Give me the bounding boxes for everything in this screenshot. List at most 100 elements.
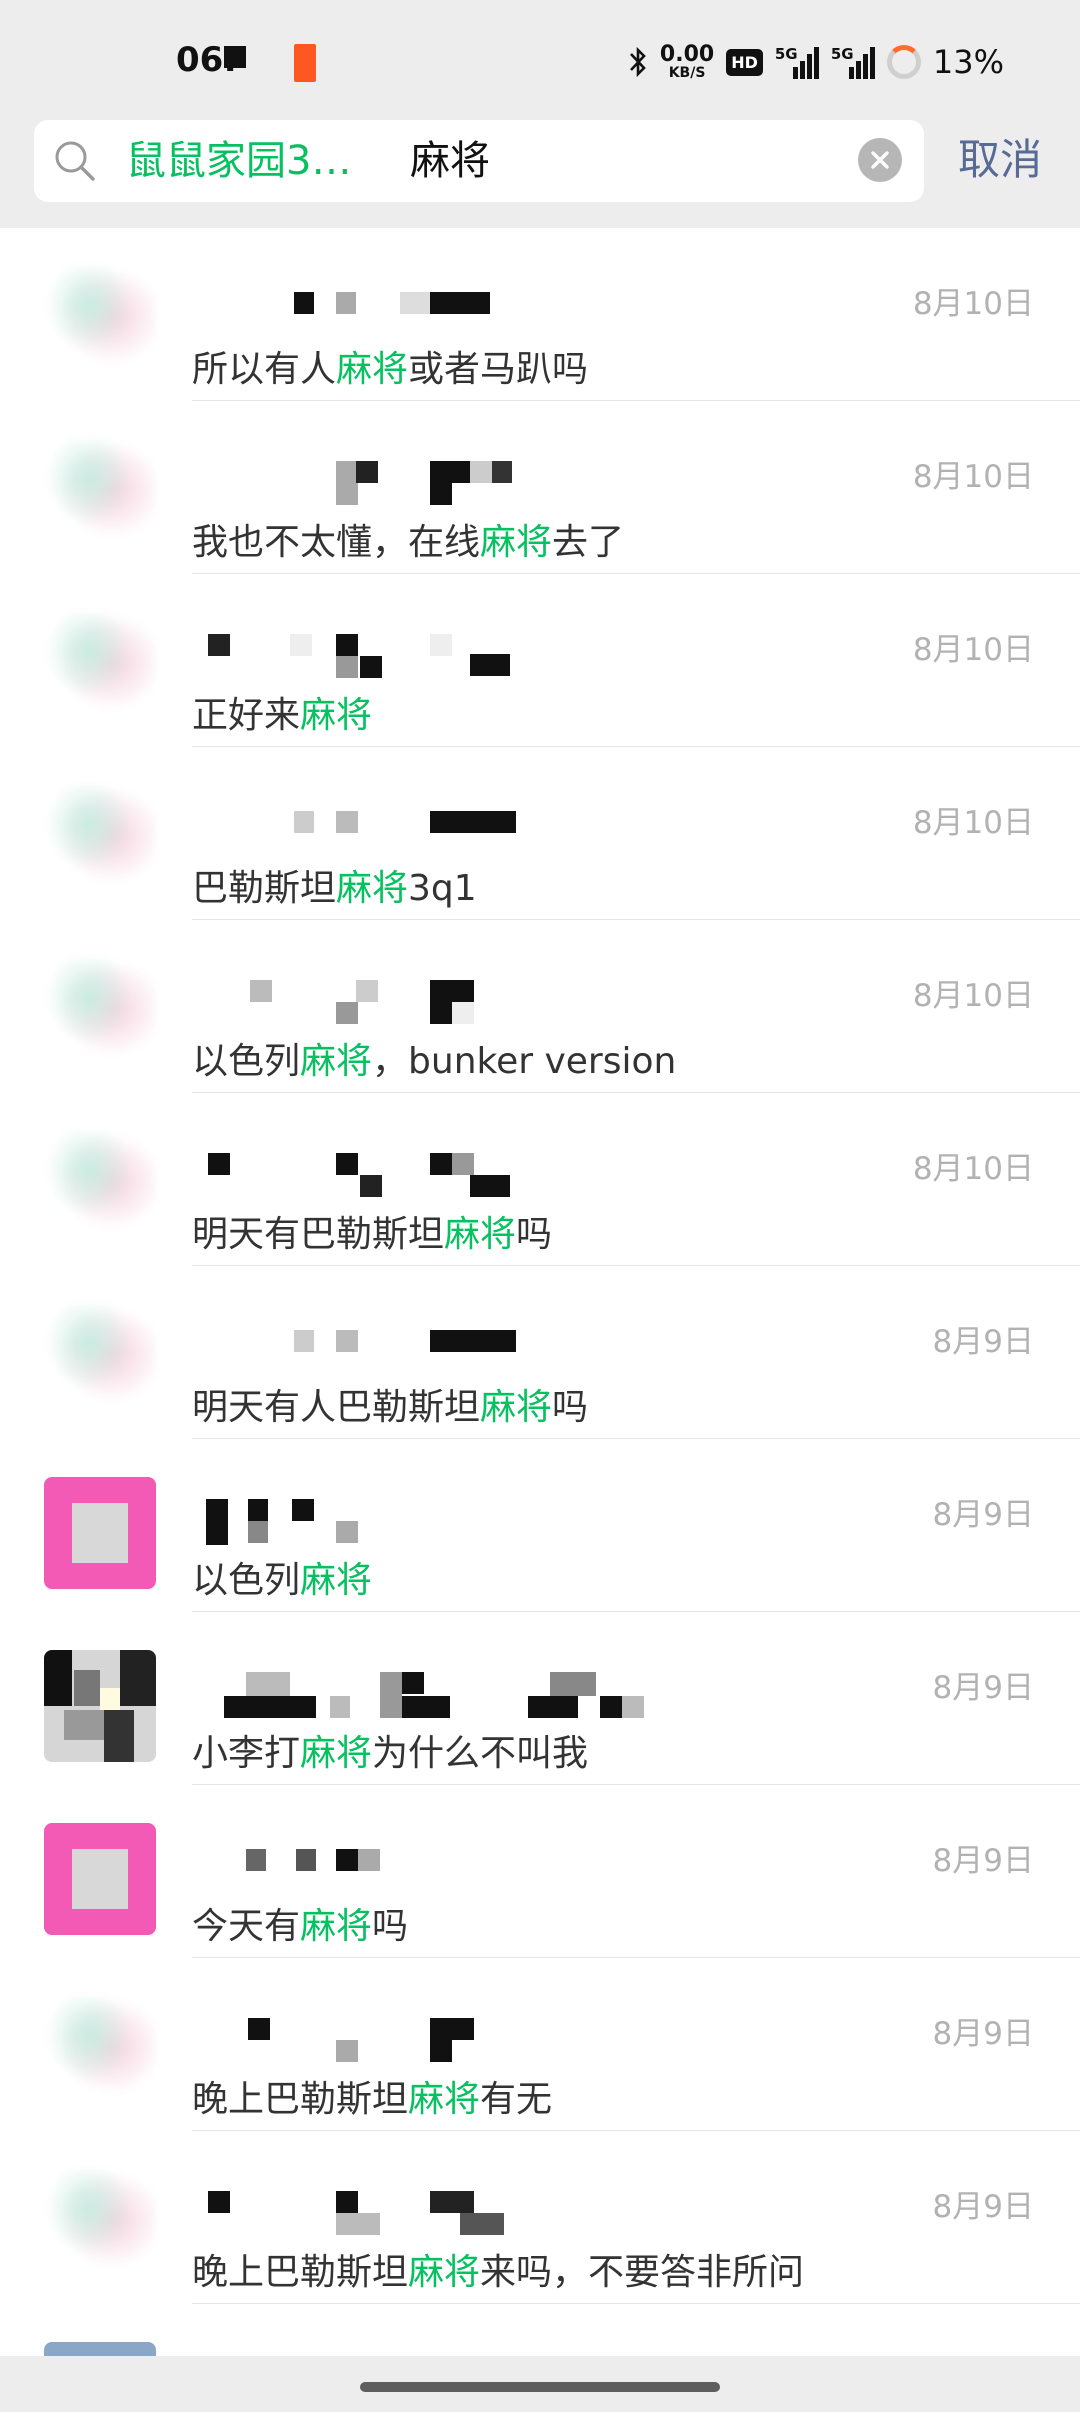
snippet-text: 小李打 bbox=[192, 1733, 301, 1774]
search-result-row[interactable]: 8月9日明天有人巴勒斯坦麻将吗 bbox=[0, 1266, 1080, 1439]
message-snippet: 正好来麻将 bbox=[192, 686, 372, 738]
sender-name-redacted bbox=[200, 2191, 720, 2235]
snippet-text: 正好来 bbox=[192, 695, 301, 736]
sender-name-redacted bbox=[200, 634, 720, 678]
snippet-text: 今天有 bbox=[192, 1906, 301, 1947]
sender-name-redacted bbox=[200, 807, 720, 847]
message-date: 8月9日 bbox=[932, 2189, 1034, 2225]
message-snippet: 晚上巴勒斯坦麻将有无 bbox=[192, 2070, 552, 2122]
clear-icon[interactable] bbox=[858, 138, 902, 182]
sender-name-redacted bbox=[200, 1672, 720, 1718]
search-result-row[interactable]: 8月9日 小李打麻将为什么不叫我 bbox=[0, 1612, 1080, 1785]
search-result-row[interactable]: 8月9日晚上巴勒斯坦麻将来吗，不要答非所问 bbox=[0, 2131, 1080, 2304]
avatar[interactable] bbox=[44, 1304, 156, 1416]
avatar[interactable] bbox=[44, 1823, 156, 1935]
snippet-text: ，bunker version bbox=[372, 1041, 677, 1082]
search-result-row[interactable]: 8月10日明天有巴勒斯坦麻将吗 bbox=[0, 1093, 1080, 1266]
message-snippet: 所以有人麻将或者马趴吗 bbox=[192, 340, 588, 392]
sender-name-redacted bbox=[200, 1326, 720, 1366]
signal-strength-icon: 5G bbox=[775, 45, 819, 79]
snippet-text: 以色列 bbox=[192, 1041, 301, 1082]
search-results-list: 8月10日 所以有人麻将或者马趴吗 8月10日 我也不太懂，在线麻将去了 8月10日 正好… bbox=[0, 228, 1080, 2382]
snippet-text: 晚上巴勒斯坦 bbox=[192, 2252, 409, 2293]
message-date: 8月9日 bbox=[932, 1324, 1034, 1360]
sender-name-redacted bbox=[200, 2018, 720, 2062]
avatar[interactable] bbox=[44, 1650, 156, 1762]
hd-voice-badge: HD bbox=[726, 48, 763, 76]
avatar[interactable] bbox=[44, 439, 156, 551]
message-date: 8月10日 bbox=[912, 1151, 1034, 1187]
snippet-text: 或者马趴吗 bbox=[408, 349, 589, 390]
search-header: 鼠鼠家园3… 麻将 取消 bbox=[0, 120, 1080, 228]
snippet-text: 吗 bbox=[372, 1906, 409, 1947]
search-result-row[interactable]: 8月10日以色列麻将，bunker version bbox=[0, 920, 1080, 1093]
sim2-network-label: 5G bbox=[830, 45, 854, 63]
sender-name-redacted bbox=[200, 461, 720, 505]
snippet-text: 所以有人 bbox=[192, 349, 337, 390]
message-snippet: 明天有人巴勒斯坦麻将吗 bbox=[192, 1378, 588, 1430]
search-input[interactable]: 鼠鼠家园3… 麻将 bbox=[34, 120, 924, 202]
snippet-text: 来吗，不要答非所问 bbox=[480, 2252, 805, 2293]
avatar[interactable] bbox=[44, 958, 156, 1070]
message-snippet: 以色列麻将 bbox=[192, 1551, 372, 1603]
network-speed: 0.00 KB/S bbox=[659, 42, 715, 81]
sender-name-redacted bbox=[200, 1153, 720, 1197]
status-icons: 0.00 KB/S HD 5G 5G 13% bbox=[628, 38, 1004, 86]
message-date: 8月10日 bbox=[912, 978, 1034, 1014]
sender-name-redacted bbox=[200, 980, 720, 1024]
network-speed-value: 0.00 bbox=[659, 42, 715, 67]
sender-name-redacted bbox=[200, 1499, 720, 1545]
highlighted-keyword: 麻将 bbox=[300, 1733, 373, 1774]
snippet-text: 以色列 bbox=[192, 1560, 301, 1601]
search-result-row[interactable]: 8月9日晚上巴勒斯坦麻将有无 bbox=[0, 1958, 1080, 2131]
message-date: 8月9日 bbox=[932, 1670, 1034, 1706]
message-snippet: 晚上巴勒斯坦麻将来吗，不要答非所问 bbox=[192, 2243, 804, 2295]
message-snippet: 巴勒斯坦麻将3q1 bbox=[192, 859, 477, 911]
sender-name-redacted bbox=[200, 1845, 720, 1885]
message-snippet: 以色列麻将，bunker version bbox=[192, 1032, 676, 1084]
home-indicator[interactable] bbox=[360, 2382, 720, 2392]
highlighted-keyword: 麻将 bbox=[336, 868, 409, 909]
snippet-text: 巴勒斯坦 bbox=[192, 868, 337, 909]
message-date: 8月9日 bbox=[932, 1497, 1034, 1533]
message-snippet: 今天有麻将吗 bbox=[192, 1897, 408, 1949]
message-date: 8月9日 bbox=[932, 1843, 1034, 1879]
gesture-navigation-bar bbox=[0, 2356, 1080, 2412]
avatar[interactable] bbox=[44, 2169, 156, 2281]
avatar[interactable] bbox=[44, 266, 156, 378]
snippet-text: 明天有巴勒斯坦 bbox=[192, 1214, 445, 1255]
snippet-text: 去了 bbox=[552, 522, 625, 563]
cancel-button[interactable]: 取消 bbox=[958, 132, 1042, 188]
message-date: 8月10日 bbox=[912, 286, 1034, 322]
search-result-row[interactable]: 8月10日 我也不太懂，在线麻将去了 bbox=[0, 401, 1080, 574]
search-result-row[interactable]: 8月9日今天有麻将吗 bbox=[0, 1785, 1080, 1958]
highlighted-keyword: 麻将 bbox=[300, 1906, 373, 1947]
status-bar: 06: 0.00 KB/S HD 5G 5G 13% bbox=[0, 0, 1080, 120]
avatar[interactable] bbox=[44, 612, 156, 724]
chat-search-screen: 06: 0.00 KB/S HD 5G 5G 13% 鼠鼠家园3… 麻将 取消 … bbox=[0, 0, 1080, 2412]
avatar[interactable] bbox=[44, 1996, 156, 2108]
search-result-row[interactable]: 8月10日 正好来麻将 bbox=[0, 574, 1080, 747]
avatar[interactable] bbox=[44, 1477, 156, 1589]
search-result-row[interactable]: 8月10日 巴勒斯坦麻将3q1 bbox=[0, 747, 1080, 920]
search-scope-chip[interactable]: 鼠鼠家园3… bbox=[126, 134, 351, 188]
highlighted-keyword: 麻将 bbox=[480, 1387, 553, 1428]
notification-icon bbox=[294, 44, 316, 82]
message-date: 8月9日 bbox=[932, 2016, 1034, 2052]
snippet-text: 吗 bbox=[552, 1387, 589, 1428]
signal-strength-icon-2: 5G bbox=[831, 45, 875, 79]
search-result-row[interactable]: 8月9日以色列麻将 bbox=[0, 1439, 1080, 1612]
avatar[interactable] bbox=[44, 785, 156, 897]
message-snippet: 明天有巴勒斯坦麻将吗 bbox=[192, 1205, 552, 1257]
highlighted-keyword: 麻将 bbox=[336, 349, 409, 390]
highlighted-keyword: 麻将 bbox=[300, 695, 373, 736]
snippet-text: 明天有人巴勒斯坦 bbox=[192, 1387, 481, 1428]
avatar[interactable] bbox=[44, 1131, 156, 1243]
search-query-text[interactable]: 麻将 bbox=[410, 134, 490, 188]
battery-percent: 13% bbox=[932, 43, 1004, 81]
snippet-text: 吗 bbox=[516, 1214, 553, 1255]
search-result-row[interactable]: 8月10日所以有人麻将或者马趴吗 bbox=[0, 228, 1080, 401]
search-result-row-partial[interactable] bbox=[0, 2304, 1080, 2382]
snippet-text: 有无 bbox=[480, 2079, 553, 2120]
snippet-text: 3q1 bbox=[408, 868, 477, 909]
